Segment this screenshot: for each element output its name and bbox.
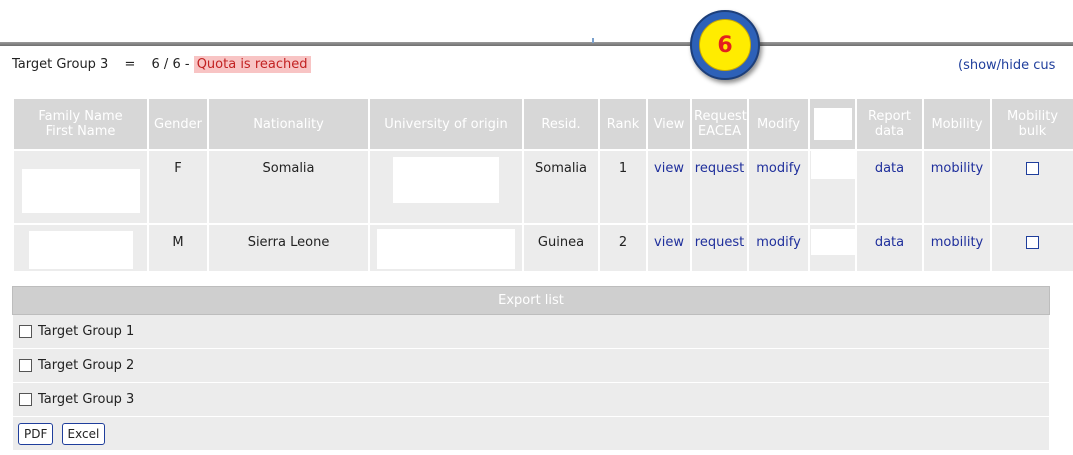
nationality-cell: Sierra Leone [207, 223, 370, 273]
mobility-bulk-cell [990, 223, 1073, 273]
export-buttons-row: PDF Excel [12, 416, 1050, 451]
table-row: M Sierra Leone Guinea 2 view request mod… [12, 223, 1073, 273]
rank-cell: 2 [598, 223, 648, 273]
redacted-university [377, 229, 515, 269]
view-link[interactable]: view [654, 235, 684, 250]
report-data-link[interactable]: data [875, 235, 904, 250]
report-cell: data [855, 149, 924, 225]
col-nationality: Nationality [207, 97, 370, 151]
divider-marker [592, 38, 594, 43]
export-option: Target Group 1 [12, 314, 1050, 349]
export-option-label: Target Group 1 [38, 324, 135, 339]
col-university-of-origin: University of origin [368, 97, 524, 151]
redacted-value [811, 152, 854, 179]
view-cell: view [646, 223, 692, 273]
modify-cell: modify [747, 149, 810, 225]
students-table: Family Name First Name Gender Nationalit… [12, 97, 1073, 273]
col-resid: Resid. [522, 97, 600, 151]
name-cell [12, 223, 149, 273]
gender-cell: F [147, 149, 209, 225]
export-list-panel: Export list Target Group 1 Target Group … [12, 286, 1050, 451]
target-group-label: Target Group 3 [12, 57, 109, 72]
report-data-link[interactable]: data [875, 161, 904, 176]
table-header-row: Family Name First Name Gender Nationalit… [12, 97, 1073, 151]
view-link[interactable]: view [654, 161, 684, 176]
excel-button[interactable]: Excel [61, 422, 106, 445]
mobility-bulk-cell [990, 149, 1073, 225]
show-hide-columns-link[interactable]: (show/hide cus [958, 58, 1055, 73]
redacted-cell [808, 149, 857, 225]
target-group-1-checkbox[interactable] [19, 325, 32, 338]
col-blank [808, 97, 857, 151]
redacted-university [393, 157, 499, 203]
step-number-badge: 6 [690, 10, 760, 80]
col-request-eacea: Request EACEA [690, 97, 749, 151]
redacted-value [811, 229, 854, 255]
export-option-label: Target Group 2 [38, 358, 135, 373]
mobility-cell: mobility [922, 223, 992, 273]
export-option: Target Group 3 [12, 382, 1050, 417]
col-mobility: Mobility [922, 97, 992, 151]
report-cell: data [855, 223, 924, 273]
mobility-bulk-checkbox[interactable] [1026, 236, 1039, 249]
nationality-cell: Somalia [207, 149, 370, 225]
redacted-name [28, 231, 133, 269]
top-divider [0, 42, 1073, 46]
redacted-cell [808, 223, 857, 273]
rank-cell: 1 [598, 149, 648, 225]
target-group-2-checkbox[interactable] [19, 359, 32, 372]
modify-link[interactable]: modify [756, 161, 801, 176]
request-link[interactable]: request [695, 161, 744, 176]
table-row: F Somalia Somalia 1 view request modify … [12, 149, 1073, 225]
resid-cell: Somalia [522, 149, 600, 225]
col-gender: Gender [147, 97, 209, 151]
separator: - [184, 57, 190, 72]
mobility-bulk-checkbox[interactable] [1026, 162, 1039, 175]
university-cell [368, 223, 524, 273]
quota-status-badge: Quota is reached [193, 56, 311, 73]
col-family-name: Family Name First Name [12, 97, 149, 151]
pdf-button[interactable]: PDF [18, 422, 54, 445]
col-report-data: Report data [855, 97, 924, 151]
equals-sign: = [124, 57, 136, 72]
target-group-3-checkbox[interactable] [19, 393, 32, 406]
resid-cell: Guinea [522, 223, 600, 273]
gender-cell: M [147, 223, 209, 273]
target-group-count: 6 / 6 [151, 57, 181, 72]
col-rank: Rank [598, 97, 648, 151]
redacted-header [813, 108, 852, 140]
col-mobility-bulk: Mobility bulk [990, 97, 1073, 151]
col-view: View [646, 97, 692, 151]
mobility-cell: mobility [922, 149, 992, 225]
request-cell: request [690, 149, 749, 225]
request-link[interactable]: request [695, 235, 744, 250]
step-number: 6 [699, 19, 751, 71]
name-cell [12, 149, 149, 225]
modify-cell: modify [747, 223, 810, 273]
redacted-name [21, 169, 140, 213]
target-group-status: Target Group 3 = 6 / 6 - Quota is reache… [12, 56, 311, 73]
export-option: Target Group 2 [12, 348, 1050, 383]
modify-link[interactable]: modify [756, 235, 801, 250]
mobility-link[interactable]: mobility [931, 161, 984, 176]
export-list-title: Export list [12, 286, 1050, 315]
col-modify: Modify [747, 97, 810, 151]
view-cell: view [646, 149, 692, 225]
university-cell [368, 149, 524, 225]
mobility-link[interactable]: mobility [931, 235, 984, 250]
export-option-label: Target Group 3 [38, 392, 135, 407]
request-cell: request [690, 223, 749, 273]
